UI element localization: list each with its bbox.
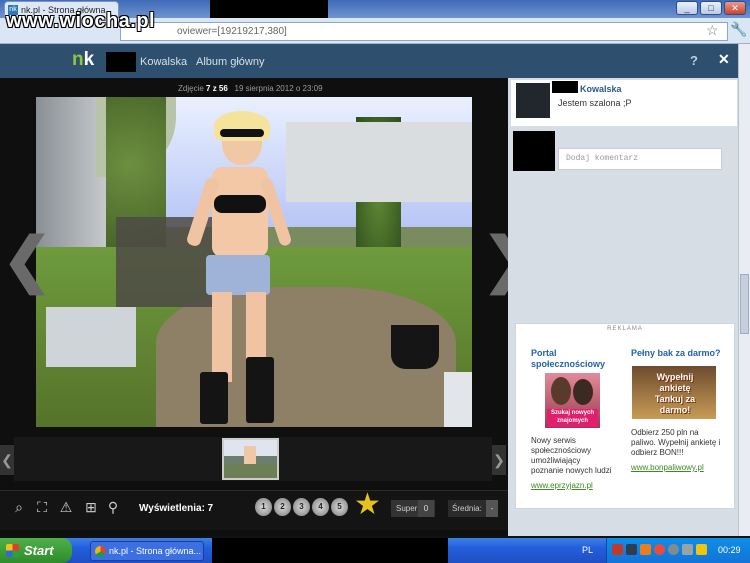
tray-app-icon[interactable] bbox=[668, 544, 679, 555]
photo-date: 19 sierpnia 2012 o 23:09 bbox=[234, 84, 323, 93]
report-warning-icon[interactable]: ⚠ bbox=[57, 498, 75, 516]
watermark: www.wiocha.pl bbox=[6, 10, 156, 32]
close-viewer-button[interactable]: ✕ bbox=[718, 51, 730, 68]
ad2-image[interactable]: Wypełnij ankietę Tankuj za darmo! bbox=[632, 366, 716, 419]
logo-n: n bbox=[72, 49, 84, 70]
views-counter: Wyświetlenia: 7 bbox=[139, 503, 213, 514]
scrollbar-thumb[interactable] bbox=[740, 274, 749, 334]
commenter-avatar bbox=[513, 131, 555, 171]
nk-logo[interactable]: nk bbox=[72, 49, 94, 71]
photo-info: Zdjęcie 7 z 56 19 sierpnia 2012 o 23:09 bbox=[178, 84, 323, 93]
ad1-text: Nowy serwis społecznościowy umożliwiając… bbox=[531, 436, 612, 475]
ad1-link[interactable]: www.eprzyjazn.pl bbox=[531, 481, 593, 490]
redacted-bar bbox=[210, 0, 328, 18]
ad-label: REKLAMA bbox=[607, 326, 643, 332]
prev-photo-arrow-icon[interactable]: ❮ bbox=[2, 230, 52, 290]
fullscreen-icon[interactable]: ⛶ bbox=[33, 498, 51, 516]
language-indicator[interactable]: PL bbox=[582, 545, 593, 555]
address-bar[interactable]: oviewer=[19219217,380] bbox=[120, 22, 728, 41]
rating-star-4[interactable]: 4 bbox=[312, 498, 329, 516]
thumb-next-button[interactable]: ❯ bbox=[492, 445, 506, 475]
start-button[interactable]: Start bbox=[0, 538, 72, 563]
tag-person-icon[interactable]: ⚲ bbox=[104, 498, 122, 516]
main-photo[interactable] bbox=[36, 97, 472, 427]
redacted-avatar bbox=[106, 52, 136, 72]
photo-thumbnail[interactable] bbox=[222, 438, 279, 480]
views-value: 7 bbox=[207, 503, 214, 514]
redacted-name bbox=[552, 81, 578, 93]
views-label: Wyświetlenia: bbox=[139, 503, 205, 514]
logo-k: k bbox=[83, 49, 95, 70]
maximize-button[interactable]: □ bbox=[700, 1, 722, 15]
tray-app-icon[interactable] bbox=[682, 544, 693, 555]
bookmark-star-icon[interactable]: ☆ bbox=[706, 22, 719, 39]
ad2-image-text: Wypełnij ankietę Tankuj za darmo! bbox=[654, 372, 696, 415]
author-name[interactable]: Kowalska bbox=[580, 84, 622, 94]
tray-app-icon[interactable] bbox=[640, 544, 651, 555]
super-star-icon[interactable]: ★ bbox=[354, 490, 381, 520]
rating-star-3[interactable]: 3 bbox=[293, 498, 310, 516]
ad1-image-text: Szukaj nowych znajomych bbox=[547, 409, 598, 427]
comment-input[interactable]: Dodaj komentarz bbox=[558, 148, 722, 170]
album-link[interactable]: Album główny bbox=[196, 56, 264, 68]
tray-app-icon[interactable] bbox=[654, 544, 665, 555]
rating-star-1[interactable]: 1 bbox=[255, 498, 272, 516]
tray-app-icon[interactable] bbox=[696, 544, 707, 555]
photo-index: 7 z 56 bbox=[206, 84, 228, 93]
rating-star-2[interactable]: 2 bbox=[274, 498, 291, 516]
taskbar-chrome-task[interactable]: nk.pl - Strona główna... bbox=[90, 541, 204, 561]
wrench-icon[interactable]: 🔧 bbox=[730, 21, 747, 38]
tray-app-icon[interactable] bbox=[626, 544, 637, 555]
ad1-image[interactable]: Szukaj nowych znajomych bbox=[545, 373, 600, 428]
page-scrollbar[interactable] bbox=[738, 44, 750, 536]
super-count: 0 bbox=[418, 500, 434, 517]
ad2-link[interactable]: www.bonpaliwowy.pl bbox=[631, 463, 704, 472]
header-user-name[interactable]: Kowalska bbox=[140, 56, 187, 68]
tray-app-icon[interactable] bbox=[612, 544, 623, 555]
author-avatar[interactable] bbox=[516, 83, 550, 118]
rating-star-5[interactable]: 5 bbox=[331, 498, 348, 516]
windows-logo-icon bbox=[6, 544, 19, 557]
author-status: Jestem szalona ;P bbox=[558, 98, 632, 108]
help-button[interactable]: ? bbox=[690, 53, 698, 68]
start-label: Start bbox=[24, 543, 54, 558]
clock: 00:29 bbox=[718, 545, 741, 555]
minimize-button[interactable]: _ bbox=[676, 1, 698, 15]
ad2-text: Odbierz 250 pln na paliwo. Wypełnij anki… bbox=[631, 428, 721, 457]
redacted-taskbar bbox=[212, 538, 448, 563]
zoom-icon[interactable]: ⌕ bbox=[10, 498, 28, 516]
ad1-title[interactable]: Portal społecznościowy bbox=[531, 348, 611, 370]
chrome-icon bbox=[95, 546, 106, 557]
thumb-prev-button[interactable]: ❮ bbox=[0, 445, 14, 475]
close-window-button[interactable]: ✕ bbox=[724, 1, 746, 15]
task-label: nk.pl - Strona główna... bbox=[109, 546, 202, 556]
photo-label: Zdjęcie bbox=[178, 84, 204, 93]
add-photo-icon[interactable]: ⊞ bbox=[82, 498, 100, 516]
average-value: - bbox=[486, 500, 498, 517]
ad2-title[interactable]: Pełny bak za darmo? bbox=[631, 348, 727, 359]
